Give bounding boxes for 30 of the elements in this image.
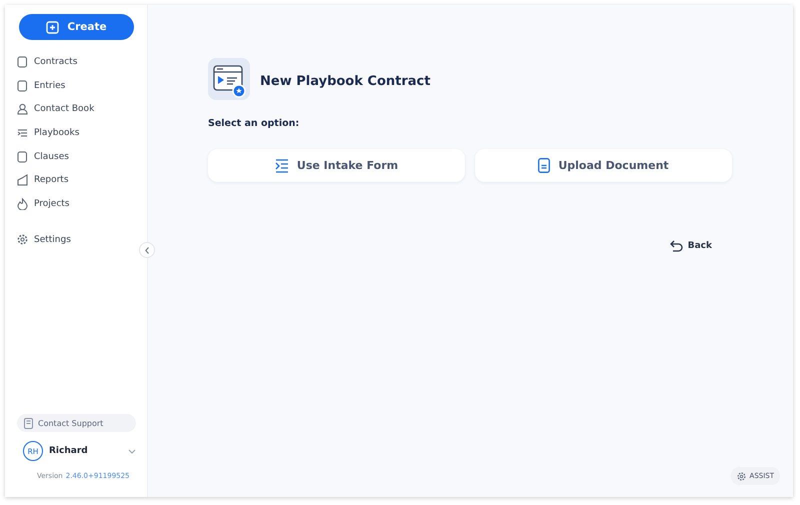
chart-icon	[17, 174, 28, 186]
document-icon	[17, 56, 28, 68]
user-name: Richard	[49, 446, 89, 456]
back-arrow-icon	[670, 240, 683, 252]
list-icon	[17, 126, 28, 139]
contact-support-button[interactable]: Contact Support	[17, 414, 136, 432]
list-icon	[274, 158, 289, 172]
prompt-text: Select an option:	[208, 118, 300, 129]
document-icon	[538, 158, 550, 173]
settings-icon	[17, 234, 28, 246]
chevron-down-icon	[128, 448, 136, 454]
back-button[interactable]: Back	[670, 240, 712, 252]
sidebar-item[interactable]: Reports	[17, 168, 69, 192]
sidebar-item[interactable]: Projects	[17, 192, 70, 216]
sidebar-item[interactable]: Clauses	[17, 144, 69, 168]
collapse-button[interactable]	[139, 242, 155, 258]
page-title: New Playbook Contract	[260, 74, 430, 88]
settings-icon	[736, 472, 746, 480]
option-button[interactable]: Use Intake Form	[208, 149, 465, 182]
people-icon	[17, 103, 28, 116]
settings-item[interactable]: Settings	[17, 228, 71, 252]
chevron-left-icon	[145, 246, 149, 254]
flame-icon	[17, 198, 28, 210]
option-button[interactable]: Upload Document	[475, 149, 732, 182]
create-button[interactable]: Create	[19, 14, 134, 40]
sidebar-item[interactable]: Contact Book	[17, 97, 94, 122]
sidebar-item[interactable]: Contracts	[17, 50, 78, 74]
plus-icon	[46, 20, 60, 34]
sidebar-item[interactable]: Playbooks	[17, 121, 80, 145]
sidebar-item[interactable]: Entries	[17, 74, 66, 98]
